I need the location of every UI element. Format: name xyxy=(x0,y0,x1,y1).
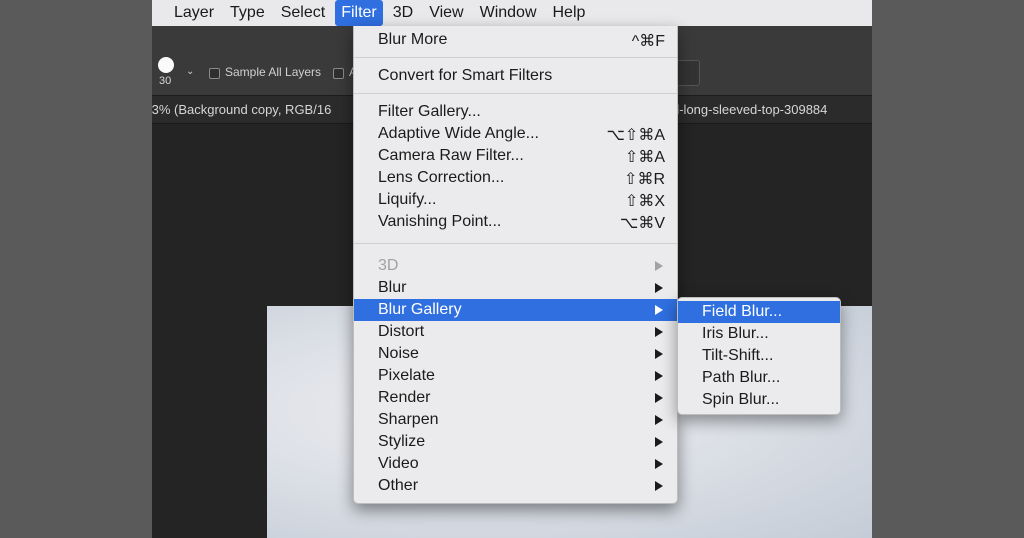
menu-item-camera-raw-filter[interactable]: Camera Raw Filter... ⇧⌘A xyxy=(354,145,677,167)
submenu-item-tilt-shift[interactable]: Tilt-Shift... xyxy=(678,345,840,367)
menu-item-label: 3D xyxy=(378,257,399,274)
menu-help[interactable]: Help xyxy=(547,0,592,26)
shortcut-label: ⇧⌘R xyxy=(624,171,665,188)
menu-item-3d: 3D xyxy=(354,255,677,277)
submenu-arrow-icon xyxy=(655,327,663,337)
menu-item-lens-correction[interactable]: Lens Correction... ⇧⌘R xyxy=(354,167,677,189)
menu-item-label: Convert for Smart Filters xyxy=(378,67,553,84)
menu-item-noise[interactable]: Noise xyxy=(354,343,677,365)
menu-item-label: Video xyxy=(378,455,419,472)
menu-bar: Layer Type Select Filter 3D View Window … xyxy=(152,0,872,26)
menu-item-other[interactable]: Other xyxy=(354,475,677,497)
menu-item-liquify[interactable]: Liquify... ⇧⌘X xyxy=(354,189,677,211)
submenu-item-path-blur[interactable]: Path Blur... xyxy=(678,367,840,389)
menu-separator xyxy=(354,243,677,244)
submenu-arrow-icon xyxy=(655,459,663,469)
filter-menu: Blur More ^⌘F Convert for Smart Filters … xyxy=(353,26,678,504)
chevron-down-icon[interactable]: ⌄ xyxy=(186,66,194,77)
document-tab-filename[interactable]: d-long-sleeved-top-309884 xyxy=(672,102,827,117)
menu-item-blur-gallery[interactable]: Blur Gallery xyxy=(354,299,677,321)
option-checkbox[interactable] xyxy=(333,68,344,79)
submenu-item-field-blur[interactable]: Field Blur... xyxy=(678,301,840,323)
submenu-arrow-icon xyxy=(655,305,663,315)
shortcut-label: ⌥⌘V xyxy=(619,215,665,232)
sample-all-layers-label: Sample All Layers xyxy=(225,65,322,79)
menu-filter[interactable]: Filter xyxy=(335,0,383,26)
submenu-arrow-icon xyxy=(655,415,663,425)
menu-item-label: Distort xyxy=(378,323,425,340)
sample-all-layers-checkbox[interactable] xyxy=(209,68,220,79)
menu-window[interactable]: Window xyxy=(474,0,543,26)
menu-item-blur-more[interactable]: Blur More ^⌘F xyxy=(354,29,677,51)
menu-view[interactable]: View xyxy=(423,0,469,26)
submenu-arrow-icon xyxy=(655,437,663,447)
submenu-arrow-icon xyxy=(655,393,663,403)
menu-item-label: Filter Gallery... xyxy=(378,103,481,120)
blur-gallery-submenu: Field Blur... Iris Blur... Tilt-Shift...… xyxy=(677,297,841,415)
submenu-item-iris-blur[interactable]: Iris Blur... xyxy=(678,323,840,345)
menu-select[interactable]: Select xyxy=(275,0,331,26)
menu-item-label: Pixelate xyxy=(378,367,435,384)
menu-item-label: Camera Raw Filter... xyxy=(378,147,524,164)
menu-item-label: Adaptive Wide Angle... xyxy=(378,125,539,142)
submenu-arrow-icon xyxy=(655,481,663,491)
menu-item-label: Blur xyxy=(378,279,407,296)
shortcut-label: ^⌘F xyxy=(631,33,665,50)
shortcut-label: ⌥⇧⌘A xyxy=(606,127,665,144)
menu-item-filter-gallery[interactable]: Filter Gallery... xyxy=(354,101,677,123)
menu-item-label: Blur Gallery xyxy=(378,301,462,318)
shortcut-label: ⇧⌘X xyxy=(624,193,665,210)
brush-preview-icon[interactable] xyxy=(158,57,174,73)
menu-item-label: Iris Blur... xyxy=(702,325,769,342)
menu-item-label: Path Blur... xyxy=(702,369,781,386)
menu-item-pixelate[interactable]: Pixelate xyxy=(354,365,677,387)
menu-item-render[interactable]: Render xyxy=(354,387,677,409)
menu-item-video[interactable]: Video xyxy=(354,453,677,475)
menu-item-label: Field Blur... xyxy=(702,303,783,320)
menu-item-label: Lens Correction... xyxy=(378,169,505,186)
menu-layer[interactable]: Layer xyxy=(168,0,220,26)
shortcut-label: ⇧⌘A xyxy=(624,149,665,166)
menu-item-distort[interactable]: Distort xyxy=(354,321,677,343)
submenu-arrow-icon xyxy=(655,371,663,381)
menu-separator xyxy=(354,93,677,94)
menu-item-label: Spin Blur... xyxy=(702,391,780,408)
menu-item-label: Stylize xyxy=(378,433,426,450)
submenu-item-spin-blur[interactable]: Spin Blur... xyxy=(678,389,840,411)
menu-separator xyxy=(354,57,677,58)
submenu-arrow-icon xyxy=(655,349,663,359)
menu-type[interactable]: Type xyxy=(224,0,271,26)
menu-item-label: Tilt-Shift... xyxy=(702,347,774,364)
menu-item-label: Render xyxy=(378,389,431,406)
menu-item-stylize[interactable]: Stylize xyxy=(354,431,677,453)
menu-item-convert-smart-filters[interactable]: Convert for Smart Filters xyxy=(354,65,677,87)
menu-item-label: Noise xyxy=(378,345,419,362)
menu-item-blur[interactable]: Blur xyxy=(354,277,677,299)
menu-item-label: Vanishing Point... xyxy=(378,213,502,230)
submenu-arrow-icon xyxy=(655,283,663,293)
submenu-arrow-icon xyxy=(655,261,663,271)
menu-3d[interactable]: 3D xyxy=(387,0,419,26)
brush-size-value: 30 xyxy=(159,75,172,87)
menu-item-label: Liquify... xyxy=(378,191,437,208)
menu-item-vanishing-point[interactable]: Vanishing Point... ⌥⌘V xyxy=(354,211,677,233)
menu-item-label: Sharpen xyxy=(378,411,439,428)
menu-item-label: Blur More xyxy=(378,31,448,48)
menu-item-adaptive-wide-angle[interactable]: Adaptive Wide Angle... ⌥⇧⌘A xyxy=(354,123,677,145)
menu-item-sharpen[interactable]: Sharpen xyxy=(354,409,677,431)
menu-item-label: Other xyxy=(378,477,419,494)
document-tab-title[interactable]: .3% (Background copy, RGB/16 xyxy=(152,102,331,117)
